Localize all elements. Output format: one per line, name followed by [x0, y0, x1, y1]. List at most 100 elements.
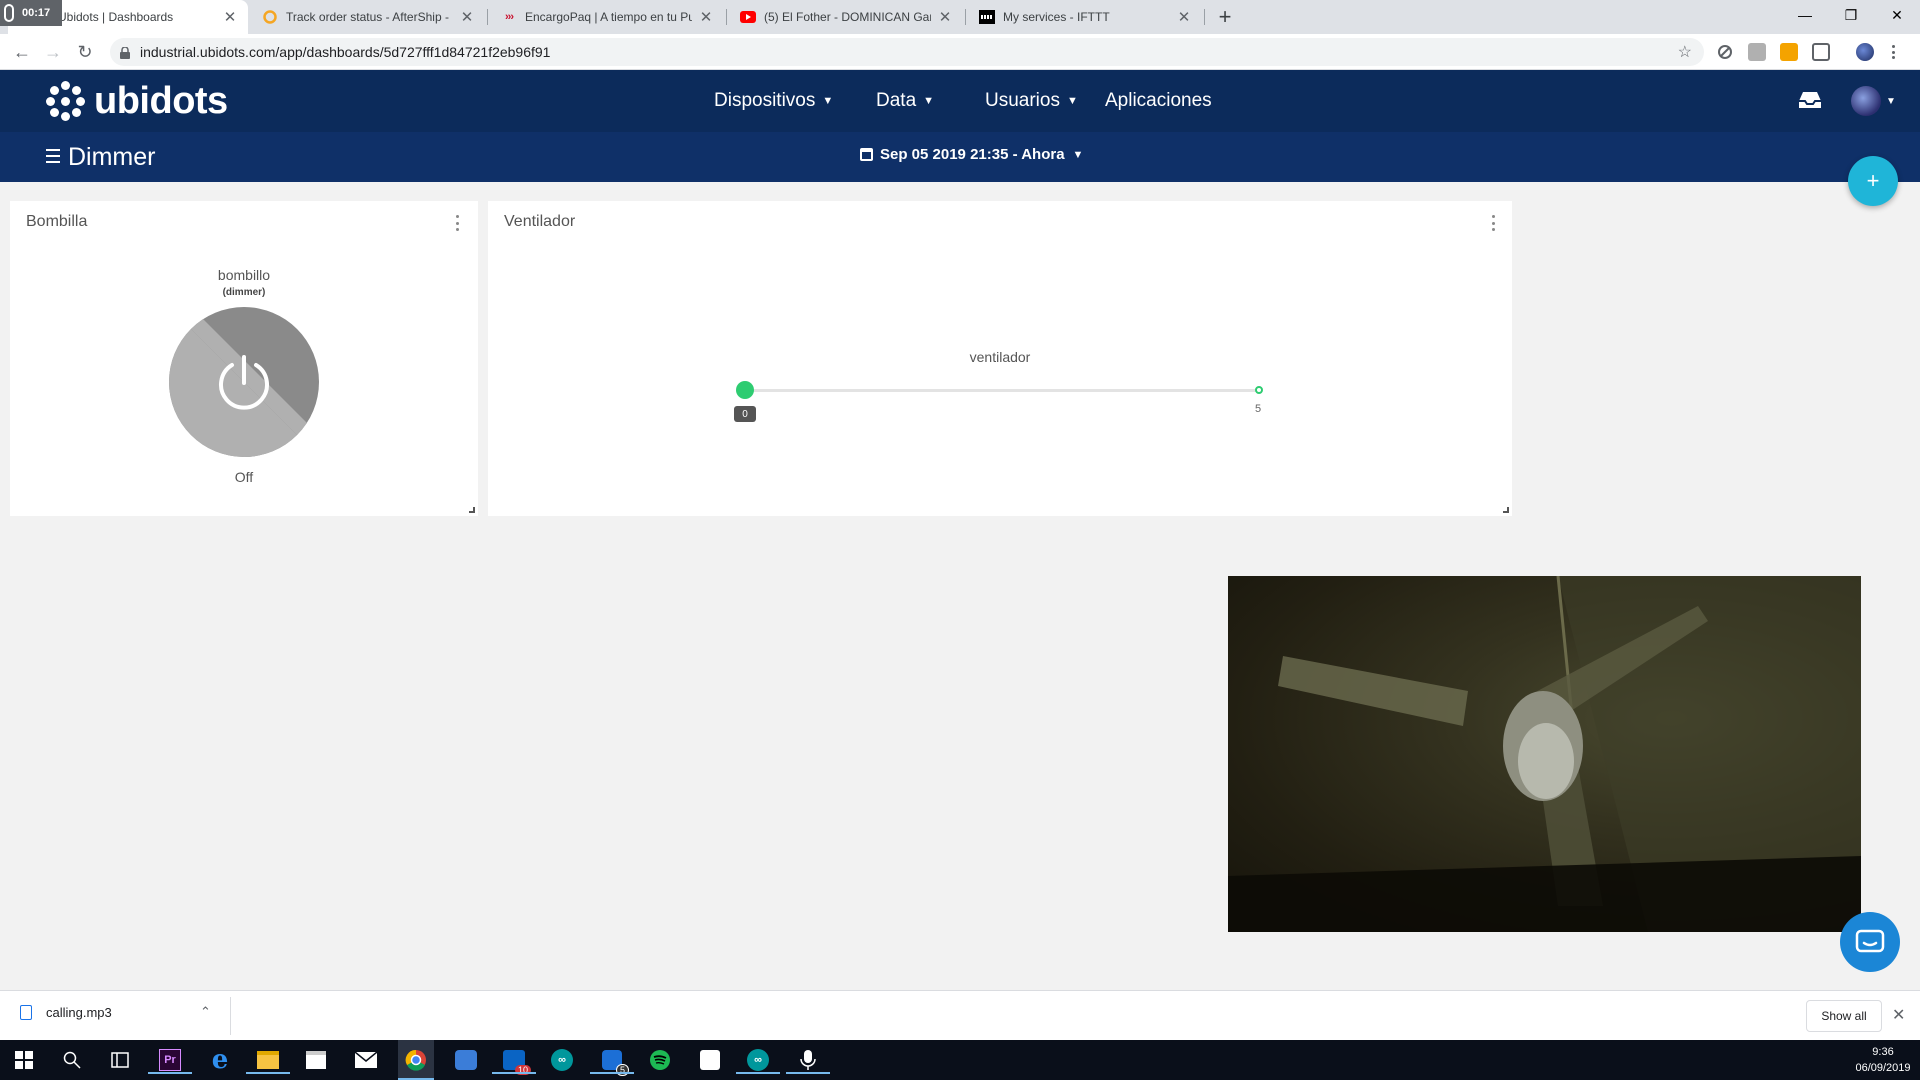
- user-avatar[interactable]: [1851, 86, 1881, 116]
- bookmark-star-icon[interactable]: ☆: [1678, 42, 1692, 62]
- widget-title: Bombilla: [26, 213, 88, 230]
- power-switch[interactable]: [169, 307, 319, 457]
- widget-ventilador: Ventilador ventilador 0 5: [488, 201, 1512, 516]
- tab-youtube[interactable]: (5) El Fother - DOMINICAN Gan ✕: [728, 0, 963, 34]
- url-field[interactable]: industrial.ubidots.com/app/dashboards/5d…: [110, 38, 1704, 66]
- back-button[interactable]: ←: [10, 40, 34, 64]
- clock-date: 06/09/2019: [1855, 1062, 1911, 1074]
- taskbar-clock[interactable]: 9:36 06/09/2019: [1850, 1044, 1916, 1076]
- tab-title: EncargoPaq | A tiempo en tu Pue: [525, 10, 692, 24]
- adblock-icon[interactable]: [1716, 43, 1734, 61]
- widget-bombilla: Bombilla bombillo (dimmer) Off: [10, 201, 478, 516]
- slider[interactable]: 0 5: [734, 379, 1265, 422]
- address-bar: ← → ↻ industrial.ubidots.com/app/dashboa…: [0, 34, 1920, 70]
- show-all-downloads-button[interactable]: Show all: [1806, 1000, 1882, 1032]
- caret-down-icon[interactable]: ▼: [1886, 96, 1896, 107]
- slider-max-label: 5: [1255, 403, 1262, 415]
- tab-aftership[interactable]: Track order status - AfterShip - R ✕: [250, 0, 485, 34]
- tab-title: Ubidots | Dashboards: [58, 10, 174, 24]
- caret-down-icon: ▼: [1072, 148, 1084, 161]
- search-icon[interactable]: [58, 1046, 86, 1074]
- ifttt-icon: [979, 9, 995, 25]
- profile-icon[interactable]: [1856, 43, 1874, 61]
- slider-max-marker: [1255, 386, 1263, 394]
- file-explorer-icon[interactable]: [246, 1046, 290, 1074]
- arduino-ide-icon[interactable]: ∞: [736, 1046, 780, 1074]
- ubidots-logo[interactable]: ubidots: [46, 80, 228, 122]
- cast-icon[interactable]: [1812, 43, 1830, 61]
- menu-dispositivos[interactable]: Dispositivos ▼: [714, 70, 833, 132]
- url-text: industrial.ubidots.com/app/dashboards/5d…: [140, 44, 551, 60]
- chevron-up-icon[interactable]: ⌃: [200, 1004, 211, 1020]
- reload-button[interactable]: ↻: [73, 40, 97, 64]
- app-header: ubidots Dispositivos ▼ Data ▼ Usuarios ▼…: [0, 70, 1920, 132]
- extension-icon[interactable]: [1780, 43, 1798, 61]
- browser-menu-icon[interactable]: [1892, 43, 1898, 61]
- tab-divider: [965, 9, 966, 25]
- date-range-picker[interactable]: Sep 05 2019 21:35 - Ahora ▼: [860, 146, 1083, 163]
- voice-recorder-icon[interactable]: [786, 1046, 830, 1074]
- widget-options-icon[interactable]: [1492, 215, 1496, 231]
- store-icon[interactable]: [302, 1046, 330, 1074]
- app-icon[interactable]: [696, 1046, 724, 1074]
- chrome-icon[interactable]: [398, 1040, 434, 1080]
- slider-value-label: 0: [734, 406, 756, 422]
- forward-button[interactable]: →: [41, 40, 65, 64]
- tab-close-icon[interactable]: ✕: [222, 9, 238, 26]
- tab-ifttt[interactable]: My services - IFTTT ✕: [967, 0, 1202, 34]
- restore-button[interactable]: ❐: [1828, 0, 1874, 30]
- premiere-pro-icon[interactable]: Pr: [148, 1046, 192, 1074]
- downloads-bar: calling.mp3 ⌃ Show all ✕: [0, 990, 1920, 1040]
- slider-track: [745, 389, 1259, 392]
- power-icon: [169, 307, 319, 457]
- ceiling-fan-image: [1228, 576, 1861, 932]
- dashboard-header: Dimmer Sep 05 2019 21:35 - Ahora ▼: [0, 132, 1920, 182]
- edge-icon[interactable]: e: [206, 1045, 234, 1075]
- tab-title: (5) El Fother - DOMINICAN Gan: [764, 10, 931, 24]
- menu-label: Dispositivos: [714, 90, 816, 111]
- slider-handle[interactable]: [736, 381, 754, 399]
- menu-data[interactable]: Data ▼: [876, 70, 934, 132]
- download-item[interactable]: calling.mp3: [20, 1005, 112, 1020]
- add-widget-button[interactable]: +: [1848, 156, 1898, 206]
- widget-options-icon[interactable]: [456, 215, 460, 231]
- switch-state: Off: [234, 469, 254, 485]
- encargopaq-icon: ›››: [505, 11, 514, 23]
- logo-text: ubidots: [94, 79, 228, 122]
- tab-encargopaq[interactable]: ››› EncargoPaq | A tiempo en tu Pue ✕: [489, 0, 724, 34]
- menu-aplicaciones[interactable]: Aplicaciones: [1105, 70, 1212, 132]
- chat-support-button[interactable]: [1840, 912, 1900, 972]
- resize-handle-icon[interactable]: [1503, 507, 1509, 513]
- notification-badge: 5: [615, 1064, 629, 1076]
- close-downloads-icon[interactable]: ✕: [1892, 1005, 1905, 1025]
- resize-handle-icon[interactable]: [469, 507, 475, 513]
- new-tab-button[interactable]: +: [1212, 4, 1238, 29]
- close-window-button[interactable]: ✕: [1874, 0, 1920, 30]
- hamburger-menu-icon[interactable]: [46, 149, 60, 163]
- pdf-extension-icon[interactable]: [1748, 43, 1766, 61]
- youtube-icon: [740, 9, 756, 25]
- instagram-icon[interactable]: 5: [590, 1046, 634, 1076]
- arduino-icon[interactable]: ∞: [548, 1046, 576, 1074]
- recorder-time: 00:17: [22, 7, 51, 19]
- tab-divider: [1204, 9, 1205, 25]
- cloud-app-icon[interactable]: [452, 1046, 480, 1074]
- tab-close-icon[interactable]: ✕: [698, 9, 714, 26]
- tab-title: Track order status - AfterShip - R: [286, 10, 453, 24]
- inbox-icon[interactable]: [1797, 89, 1823, 111]
- menu-usuarios[interactable]: Usuarios ▼: [985, 70, 1078, 132]
- tab-title: My services - IFTTT: [1003, 10, 1110, 24]
- caret-down-icon: ▼: [1066, 95, 1078, 107]
- mail-icon[interactable]: [352, 1046, 380, 1074]
- tab-close-icon[interactable]: ✕: [1176, 9, 1192, 26]
- spotify-icon[interactable]: [646, 1046, 674, 1074]
- outlook-icon[interactable]: 10: [492, 1046, 536, 1075]
- minimize-button[interactable]: —: [1782, 0, 1828, 30]
- tab-close-icon[interactable]: ✕: [459, 9, 475, 26]
- tab-close-icon[interactable]: ✕: [937, 9, 953, 26]
- windows-start-icon[interactable]: [10, 1046, 38, 1074]
- task-view-icon[interactable]: [106, 1046, 134, 1074]
- menu-label: Usuarios: [985, 90, 1060, 111]
- variable-name: bombillo: [217, 267, 271, 283]
- screen-recorder-overlay[interactable]: 00:17: [0, 0, 62, 26]
